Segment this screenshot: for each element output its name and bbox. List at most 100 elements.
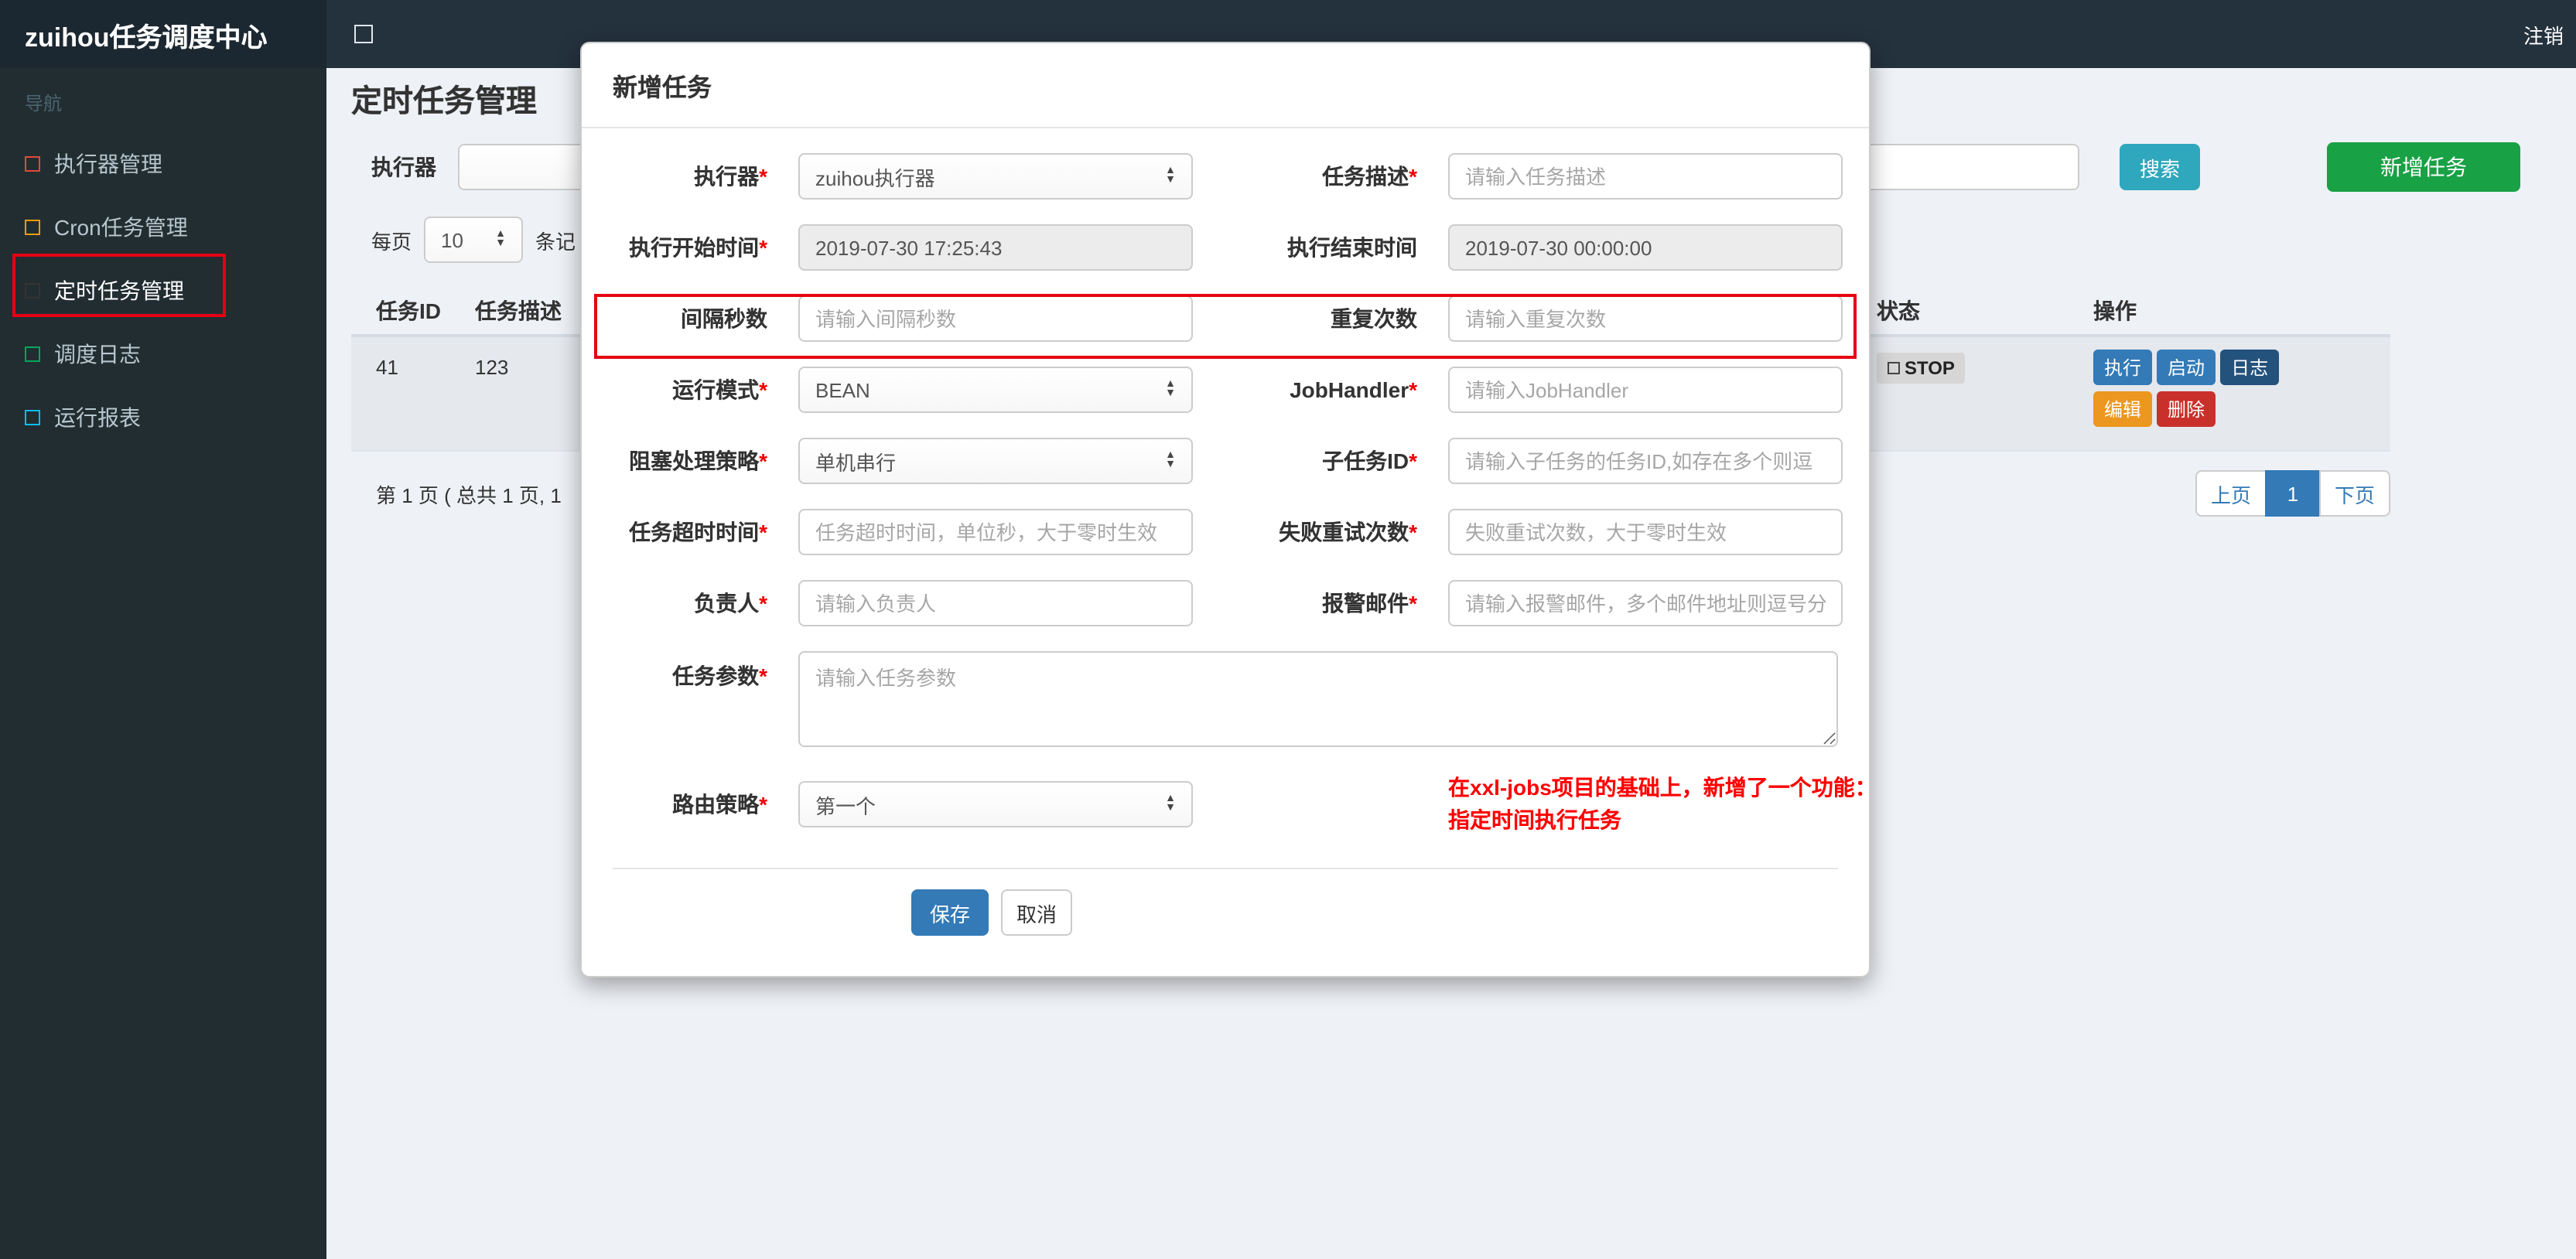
- job-handler-input[interactable]: [1448, 367, 1843, 413]
- next-page-button[interactable]: 下页: [2319, 470, 2390, 517]
- child-job-label: 子任务ID*: [1322, 449, 1417, 473]
- modal-title: 新增任务: [613, 76, 712, 102]
- select-arrows-icon: ▲▼: [495, 229, 507, 249]
- owner-input[interactable]: [798, 580, 1193, 626]
- start-time-input[interactable]: [798, 224, 1193, 271]
- retry-input[interactable]: [1448, 509, 1843, 555]
- form-row: 任务参数*: [613, 651, 1838, 747]
- page-1-button[interactable]: 1: [2265, 470, 2321, 517]
- sidebar-item-run-report[interactable]: 运行报表: [0, 385, 326, 449]
- job-param-label: 任务参数*: [672, 664, 767, 688]
- per-page-suffix: 条记: [535, 230, 576, 253]
- square-icon: [25, 409, 40, 425]
- form-row: 路由策略* 第一个 ▲ ▼ 在xxl-jobs项目的基础上，新增了一个功能： 指定…: [613, 772, 1877, 837]
- app-brand[interactable]: zuihou任务调度中心: [0, 0, 326, 68]
- owner-label: 负责人*: [694, 591, 767, 616]
- log-button[interactable]: 日志: [2220, 350, 2280, 385]
- select-arrows-icon: ▲▼: [1165, 450, 1176, 470]
- col-header-task-id: 任务ID: [376, 299, 441, 323]
- cell-task-id: 41: [376, 356, 398, 379]
- form-row: 执行开始时间* 执行结束时间: [613, 224, 1843, 271]
- col-header-task-desc: 任务描述: [475, 299, 562, 323]
- route-strategy-label: 路由策略*: [672, 792, 767, 817]
- form-row: 任务超时时间* 失败重试次数*: [613, 509, 1843, 555]
- sidebar: 导航 执行器管理 Cron任务管理 定时任务管理 调度日志 运行报表: [0, 68, 326, 1259]
- executor-filter-label: 执行器: [371, 155, 436, 179]
- delete-button[interactable]: 删除: [2157, 391, 2216, 427]
- sidebar-item-timed-task-manage[interactable]: 定时任务管理: [0, 258, 326, 322]
- pagination-controls: 上页 1 下页: [2195, 470, 2390, 517]
- start-time-label: 执行开始时间*: [629, 235, 767, 260]
- modal-body: 执行器* zuihou执行器 ▲▼ 任务描述* 执行开始时间* 执行结束时间 间…: [582, 128, 1877, 976]
- col-header-actions: 操作: [2093, 299, 2137, 323]
- run-button[interactable]: 执行: [2093, 350, 2153, 385]
- child-job-input[interactable]: [1448, 438, 1843, 484]
- sidebar-section-label: 导航: [25, 93, 63, 114]
- end-time-label: 执行结束时间: [1287, 235, 1417, 260]
- feature-note: 在xxl-jobs项目的基础上，新增了一个功能： 指定时间执行任务: [1448, 772, 1877, 837]
- interval-input[interactable]: [798, 295, 1193, 342]
- repeat-input[interactable]: [1448, 295, 1843, 342]
- feature-note-line1: 在xxl-jobs项目的基础上，新增了一个功能：: [1448, 775, 1877, 800]
- block-strategy-label: 阻塞处理策略*: [629, 449, 767, 473]
- retry-label: 失败重试次数*: [1279, 520, 1417, 544]
- select-arrows-icon: ▲▼: [1165, 379, 1176, 399]
- sidebar-item-cron-task-manage[interactable]: Cron任务管理: [0, 195, 326, 258]
- modal-footer: 保存 取消: [613, 869, 1838, 939]
- sidebar-item-label: 运行报表: [54, 404, 141, 429]
- form-row: 执行器* zuihou执行器 ▲ ▼ 任务描述*: [613, 153, 1843, 200]
- add-task-modal: 新增任务 执行器* zuihou执行器 ▲▼ 任务描述* 执行开始时间* 执行结…: [580, 42, 1877, 978]
- sidebar-item-label: 定时任务管理: [54, 278, 184, 302]
- sidebar-item-label: 执行器管理: [54, 151, 162, 176]
- timeout-input[interactable]: [798, 509, 1193, 555]
- square-icon: [25, 282, 40, 298]
- add-task-button[interactable]: 新增任务: [2327, 142, 2520, 192]
- start-button[interactable]: 启动: [2157, 350, 2216, 385]
- prev-page-button[interactable]: 上页: [2195, 470, 2267, 517]
- per-page-select[interactable]: 10 ▲ ▼: [424, 217, 524, 263]
- alarm-email-input[interactable]: [1448, 580, 1843, 626]
- modal-header: 新增任务: [582, 43, 1869, 128]
- alarm-email-label: 报警邮件*: [1322, 591, 1417, 616]
- square-icon: [25, 346, 40, 361]
- form-row: 阻塞处理策略* 单机串行 ▲ ▼ 子任务ID*: [613, 438, 1843, 484]
- route-strategy-select[interactable]: 第一个 ▲ ▼: [798, 781, 1193, 827]
- timeout-label: 任务超时时间*: [629, 520, 767, 544]
- logout-link[interactable]: 注销: [2523, 19, 2576, 49]
- block-strategy-select[interactable]: 单机串行 ▲ ▼: [798, 438, 1193, 484]
- sidebar-toggle-icon[interactable]: [354, 25, 373, 43]
- end-time-input[interactable]: [1448, 224, 1843, 271]
- stop-square-icon: [1888, 362, 1900, 374]
- cell-task-desc: 123: [475, 356, 509, 379]
- feature-note-line2: 指定时间执行任务: [1448, 807, 1621, 832]
- square-icon: [25, 219, 40, 234]
- job-handler-label: JobHandler*: [1290, 377, 1417, 402]
- executor-label: 执行器*: [694, 164, 767, 189]
- square-icon: [25, 155, 40, 171]
- interval-label: 间隔秒数: [681, 306, 767, 331]
- select-arrows-icon: ▲▼: [1165, 165, 1176, 186]
- row-actions: 执行 启动 日志编辑 删除: [2093, 346, 2294, 430]
- form-row: 间隔秒数 重复次数: [613, 295, 1843, 342]
- sidebar-item-label: Cron任务管理: [54, 214, 188, 239]
- app-root: zuihou任务调度中心 注销 导航 执行器管理 Cron任务管理 定时任务管理…: [0, 0, 2576, 1259]
- job-param-textarea[interactable]: [798, 651, 1838, 747]
- executor-select[interactable]: zuihou执行器 ▲ ▼: [798, 153, 1193, 200]
- glue-type-select[interactable]: BEAN ▲ ▼: [798, 367, 1193, 413]
- form-row: 运行模式* BEAN ▲ ▼ JobHandler*: [613, 367, 1843, 413]
- job-desc-input[interactable]: [1448, 153, 1843, 200]
- select-arrows-icon: ▲▼: [1165, 793, 1176, 814]
- form-row: 负责人* 报警邮件*: [613, 580, 1843, 626]
- per-page-prefix: 每页: [371, 230, 412, 253]
- pagination-summary: 第 1 页 ( 总共 1 页, 1: [376, 483, 562, 507]
- status-badge: STOP: [1877, 353, 1966, 384]
- search-button[interactable]: 搜索: [2120, 144, 2200, 190]
- sidebar-item-executor-manage[interactable]: 执行器管理: [0, 131, 326, 195]
- sidebar-item-dispatch-log[interactable]: 调度日志: [0, 322, 326, 385]
- cancel-button[interactable]: 取消: [1001, 889, 1072, 936]
- per-page-value: 10: [441, 228, 463, 251]
- job-desc-label: 任务描述*: [1322, 164, 1417, 189]
- save-button[interactable]: 保存: [911, 889, 989, 936]
- glue-type-label: 运行模式*: [672, 377, 767, 402]
- edit-button[interactable]: 编辑: [2093, 391, 2153, 427]
